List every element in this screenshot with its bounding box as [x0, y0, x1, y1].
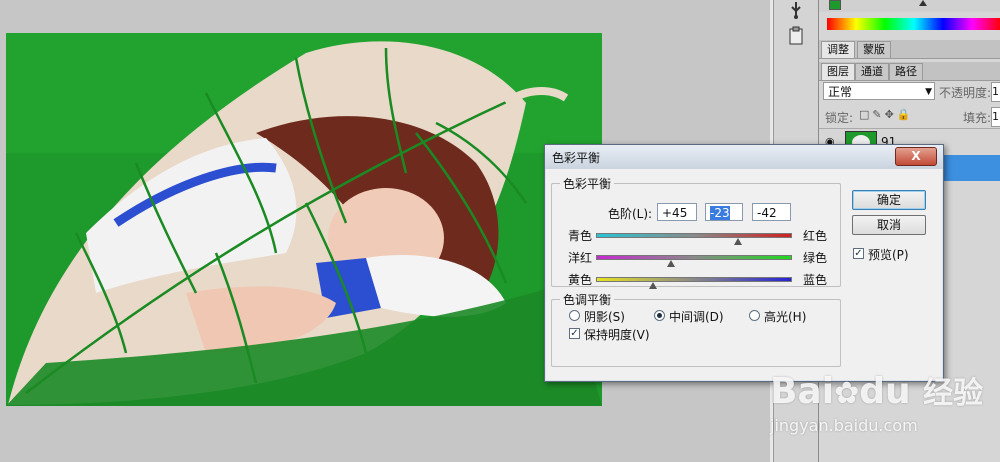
paw-icon: ✿: [834, 376, 860, 411]
canvas-image: [6, 33, 602, 406]
dialog-body: 色彩平衡 色阶(L): +45 -23 -42 色调平衡 阴影(S) 中间调(D…: [546, 169, 942, 380]
slider-cyan-red-thumb[interactable]: [734, 238, 743, 245]
radio-shadows-label: 阴影(S): [584, 310, 625, 324]
opacity-input[interactable]: 1: [991, 82, 1000, 102]
fill-label: 填充:: [963, 111, 992, 125]
dialog-titlebar[interactable]: 色彩平衡 X: [545, 145, 943, 169]
preserve-luminosity-label: 保持明度(V): [584, 328, 650, 342]
levels-input-magenta-green[interactable]: -23: [705, 203, 743, 221]
usb-icon[interactable]: [786, 0, 806, 20]
slider-yellow-blue-thumb[interactable]: [648, 282, 657, 289]
preserve-luminosity-checkbox[interactable]: ✓: [569, 328, 580, 339]
radio-shadows[interactable]: [569, 310, 580, 321]
lock-label: 锁定:: [825, 111, 854, 125]
watermark-brand2: du: [859, 371, 911, 412]
slider-cyan-red-track[interactable]: [596, 233, 792, 238]
tone-balance-legend: 色调平衡: [563, 293, 612, 307]
adjustments-tabbar: 调整 蒙版: [819, 40, 1000, 59]
levels-input-cyan-red[interactable]: +45: [657, 203, 697, 221]
slider-magenta-green-thumb[interactable]: [667, 260, 676, 267]
radio-highlights[interactable]: [749, 310, 760, 321]
tab-channels[interactable]: 通道: [855, 63, 889, 80]
layers-tabbar: 图层 通道 路径: [819, 62, 1000, 81]
slider-magenta-green-track[interactable]: [596, 255, 792, 260]
levels-label: 色阶(L):: [608, 207, 653, 221]
tab-adjustments[interactable]: 调整: [821, 41, 855, 58]
watermark-cn: 经验: [923, 376, 984, 411]
radio-midtones[interactable]: [654, 310, 665, 321]
lock-icons[interactable]: □✎✥🔒: [859, 108, 914, 121]
tab-masks[interactable]: 蒙版: [857, 41, 891, 58]
color-balance-dialog: 色彩平衡 X 色彩平衡 色阶(L): +45 -23 -42 色调平衡 阴影(S…: [544, 144, 944, 382]
slider-yellow-blue-right-label: 蓝色: [803, 273, 828, 287]
watermark-brand: Bai: [770, 371, 835, 412]
blend-mode-value: 正常: [828, 85, 853, 99]
fill-input[interactable]: 1: [991, 107, 1000, 127]
color-spectrum[interactable]: [827, 18, 1000, 30]
blend-mode-select[interactable]: 正常 ▼: [823, 82, 935, 100]
slider-magenta-green-left-label: 洋红: [568, 251, 593, 265]
slider-yellow-blue-left-label: 黄色: [568, 273, 593, 287]
radio-midtones-label: 中间调(D): [669, 310, 724, 324]
cancel-button[interactable]: 取消: [852, 215, 926, 235]
levels-input-yellow-blue[interactable]: -42: [752, 203, 791, 221]
radio-highlights-label: 高光(H): [764, 310, 807, 324]
preview-label: 预览(P): [868, 248, 909, 262]
dialog-title: 色彩平衡: [552, 151, 601, 165]
watermark-logo: Bai✿du 经验: [770, 368, 983, 412]
color-balance-group: 色彩平衡: [551, 175, 841, 287]
levels-input-magenta-green-value: -23: [710, 206, 730, 220]
color-balance-legend: 色彩平衡: [563, 177, 612, 191]
tab-paths[interactable]: 路径: [889, 63, 923, 80]
slider-cyan-red-right-label: 红色: [803, 229, 828, 243]
close-button[interactable]: X: [895, 147, 937, 166]
slider-yellow-blue-track[interactable]: [596, 277, 792, 282]
ok-button[interactable]: 确定: [852, 190, 926, 210]
slider-magenta-green-right-label: 绿色: [803, 251, 828, 265]
preview-checkbox[interactable]: ✓: [853, 248, 864, 259]
color-slider-thumb[interactable]: [919, 0, 927, 6]
foreground-swatch[interactable]: [829, 0, 841, 10]
tab-layers[interactable]: 图层: [821, 63, 855, 80]
watermark-url: jingyan.baidu.com: [770, 416, 918, 435]
color-panel-top: [819, 0, 1000, 12]
chevron-down-icon: ▼: [925, 87, 932, 97]
opacity-label: 不透明度:: [939, 86, 992, 100]
slider-cyan-red-left-label: 青色: [568, 229, 593, 243]
clipboard-icon[interactable]: [786, 26, 806, 46]
